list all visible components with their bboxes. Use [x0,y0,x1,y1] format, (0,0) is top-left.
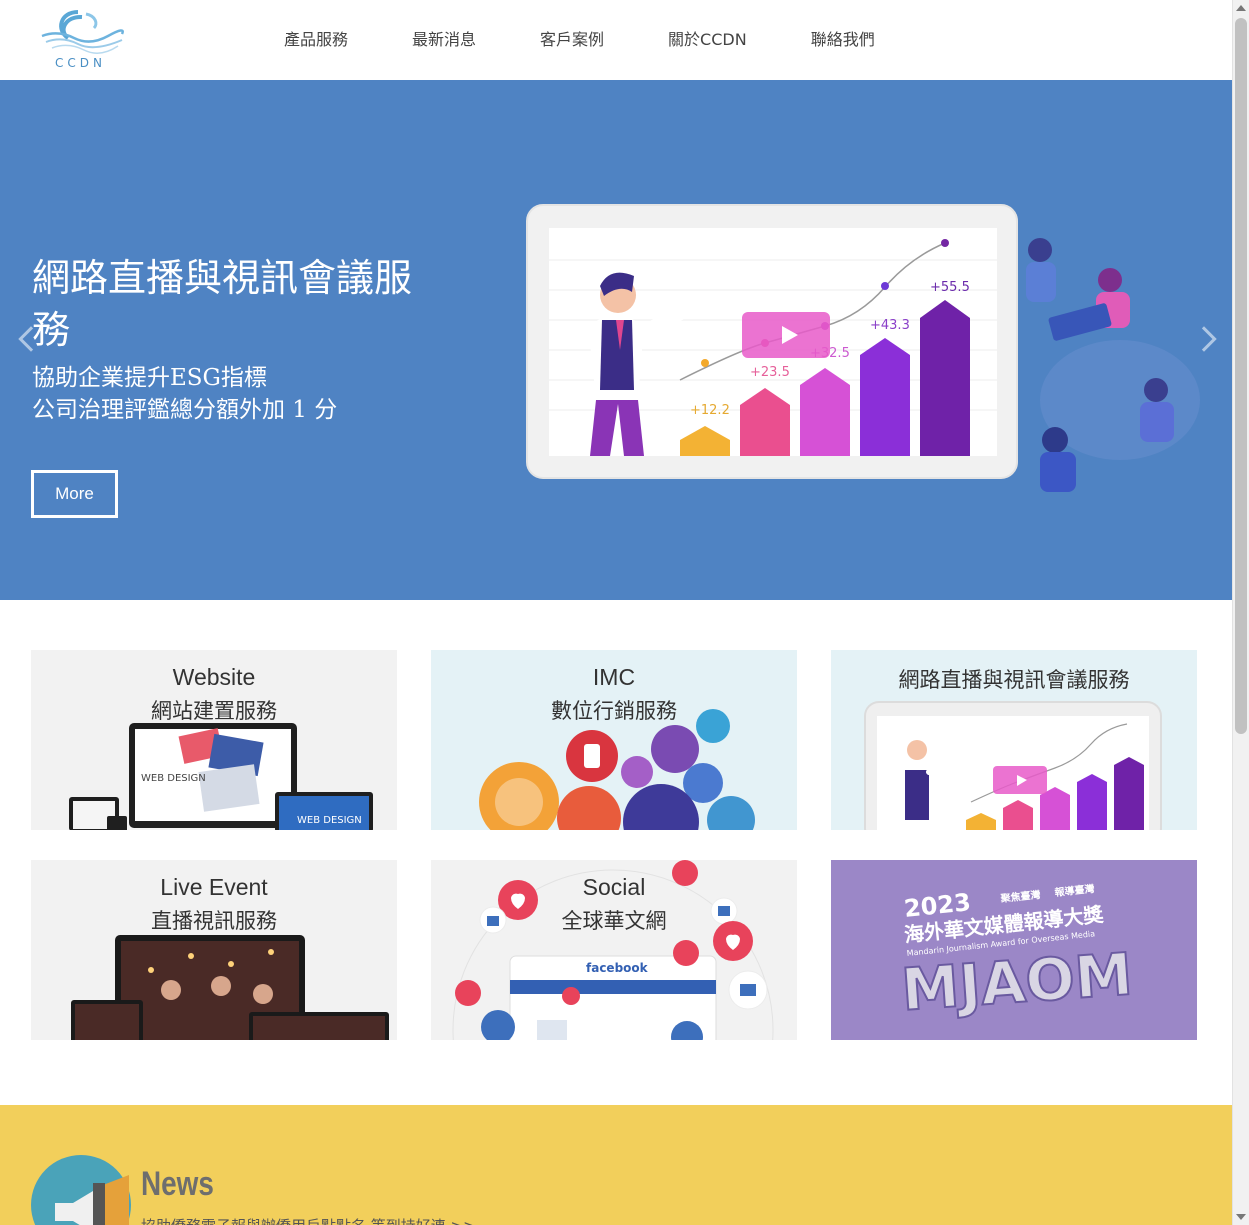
card-subtitle: 直播視訊服務 [151,909,277,933]
nav-item-news[interactable]: 最新消息 [412,26,476,50]
card-subtitle: 全球華文網 [561,909,667,933]
gear-icon [621,756,653,788]
award-badge: 報導臺灣 [1054,882,1095,899]
card-social[interactable]: facebook Social 全球華文網 [431,860,797,1040]
nav-item-about[interactable]: 關於CCDN [668,26,747,50]
news-section: News 協助僑務電子報與辦僑用戶點點名 等到持好連 >> [0,1105,1232,1225]
card-live-event[interactable]: Live Event 直播視訊服務 [31,860,397,1040]
card-live-streaming[interactable]: 網路直播與視訊會議服務 [831,650,1197,830]
award-badge: 聚焦臺灣 [999,888,1041,905]
card-title: Live Event [160,874,268,900]
megaphone-icon [31,1155,131,1225]
hero-banner: 網路直播與視訊會議服務 協助企業提升ESG指標 公司治理評鑑總分額外加 1 分 … [0,80,1232,600]
page-scrollbar[interactable] [1232,0,1249,1225]
screen-text: WEB DESIGN [141,773,206,784]
heart-icon [673,940,699,966]
hero-title: 網路直播與視訊會議服務 [32,256,413,352]
person-icon [1098,268,1122,292]
card-subtitle: 數位行銷服務 [551,699,677,723]
hero-subtitle-line2: 公司治理評鑑總分額外加 1 分 [32,397,338,423]
chart-label: +12.2 [690,403,730,418]
card-title: IMC [592,664,636,690]
logo-waves-icon [41,10,124,54]
facebook-label: facebook [586,961,649,975]
card-website[interactable]: WEB DESIGN WEB DESIGN Website 網站建置服務 [31,650,397,830]
screen-text: WEB DESIGN [297,815,362,826]
scroll-up-icon[interactable] [1236,5,1246,11]
nav-item-contact[interactable]: 聯絡我們 [811,26,875,50]
card-title: Social [582,874,646,900]
person-icon [1028,238,1052,262]
chart-label: +43.3 [870,318,910,333]
card-subtitle: 網站建置服務 [151,699,277,723]
card-mjaom-award[interactable]: 2023 聚焦臺灣 報導臺灣 海外華文媒體報導大獎 Mandarin Journ… [831,860,1197,1040]
site-header: CCDN 產品服務 最新消息 客戶案例 關於CCDN 聯絡我們 [0,0,1232,80]
card-title: Website [172,664,256,690]
main-nav: 產品服務 最新消息 客戶案例 關於CCDN 聯絡我們 [284,26,939,50]
heart-icon [562,987,580,1005]
heart-icon [455,980,481,1006]
nav-item-products[interactable]: 產品服務 [284,26,348,50]
gear-icon [651,725,699,773]
news-title: News [141,1165,214,1203]
person-icon [1144,378,1168,402]
chart-label: +23.5 [750,365,790,380]
gear-icon [557,786,621,830]
gear-icon [707,796,755,830]
scroll-down-icon[interactable] [1236,1214,1246,1220]
news-link[interactable]: 協助僑務電子報與辦僑用戶點點名 等到持好連 >> [141,1215,476,1225]
logo-text: CCDN [55,56,106,70]
scroll-thumb[interactable] [1235,18,1247,734]
chart-label: +55.5 [930,280,970,295]
card-imc[interactable]: IMC 數位行銷服務 [431,650,797,830]
hero-illustration: +12.2 +23.5 +32.5 +43.3 +55.5 [526,204,1200,492]
mjaom-award-banner: 2023 聚焦臺灣 報導臺灣 海外華文媒體報導大獎 Mandarin Journ… [898,882,1135,1025]
ccdn-logo[interactable]: CCDN [38,8,124,72]
nav-item-cases[interactable]: 客戶案例 [540,26,604,50]
hero-subtitle-line1: 協助企業提升ESG指標 [32,365,267,391]
hero-more-button[interactable]: More [31,470,118,518]
person-icon [1042,427,1068,453]
card-title: 網路直播與視訊會議服務 [898,668,1130,692]
